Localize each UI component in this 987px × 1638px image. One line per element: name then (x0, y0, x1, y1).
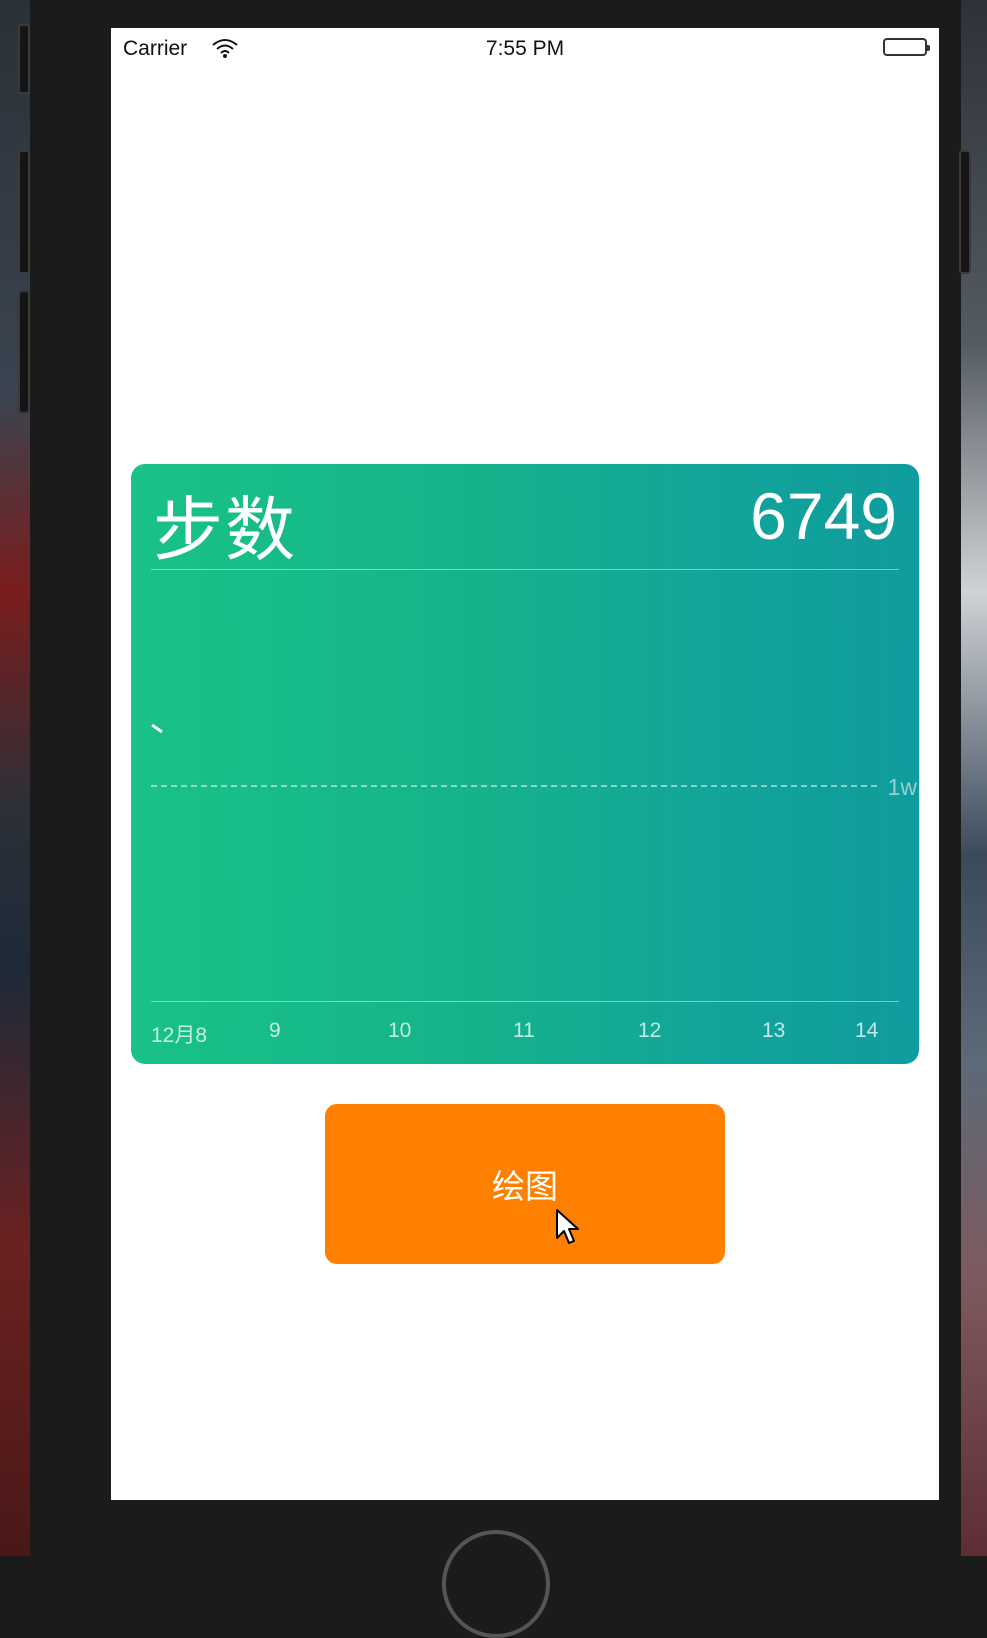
x-tick-label: 12月8 (151, 1024, 208, 1047)
mouse-cursor-icon (556, 1209, 579, 1244)
app-screen: Carrier 7:55 PM 步数 6749 1w 12月8 9 10 11 … (111, 28, 939, 1500)
steps-count: 6749 (750, 479, 897, 553)
battery-icon (883, 38, 930, 56)
x-axis-line (151, 1001, 899, 1002)
status-time: 7:55 PM (485, 37, 565, 60)
draw-button-label: 绘图 (492, 1167, 558, 1206)
x-tick-label: 11 (513, 1019, 535, 1042)
card-title: 步数 (153, 489, 297, 571)
reference-line (151, 785, 877, 787)
draw-button[interactable]: 绘图 (325, 1104, 725, 1264)
volume-down-button (18, 290, 30, 414)
x-tick-label: 14 (855, 1019, 879, 1042)
steps-chart-card: 步数 6749 1w 12月8 9 10 11 12 13 14 (131, 464, 919, 1064)
home-button[interactable] (442, 1530, 550, 1638)
chart-line-start-mark (151, 723, 163, 734)
x-tick-label: 13 (762, 1019, 786, 1042)
mute-switch (18, 24, 30, 94)
device-frame: Carrier 7:55 PM 步数 6749 1w 12月8 9 10 11 … (18, 0, 971, 1638)
x-axis: 12月8 9 10 11 12 13 14 (131, 1019, 919, 1049)
x-tick-label: 9 (269, 1019, 281, 1042)
reference-line-label: 1w (887, 774, 917, 800)
status-bar: Carrier 7:55 PM (111, 28, 939, 68)
header-divider (151, 569, 899, 570)
power-button (959, 150, 971, 274)
x-tick-label: 10 (388, 1019, 412, 1042)
x-tick-label: 12 (638, 1019, 662, 1042)
volume-up-button (18, 150, 30, 274)
